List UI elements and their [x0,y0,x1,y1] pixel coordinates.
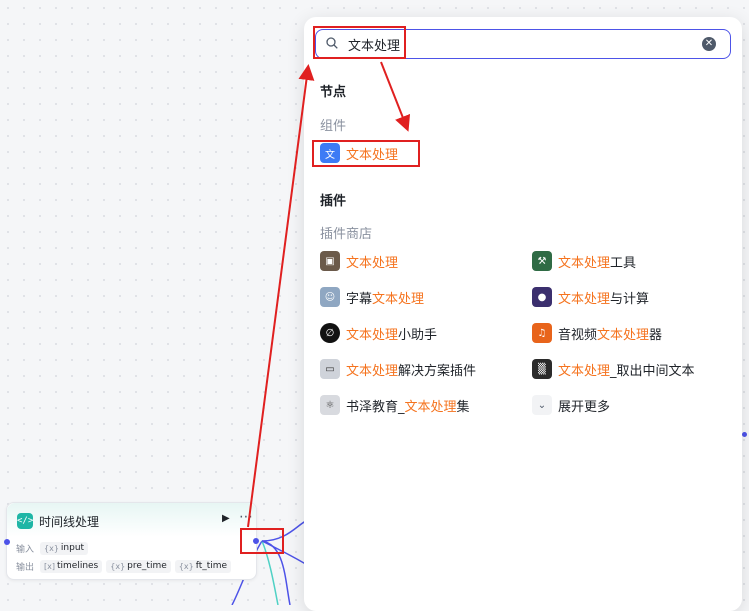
plugin-item[interactable]: ♫ 音视频 文本处理器 [532,322,662,344]
plugin-item[interactable]: ⚛ 书泽教育_ 文本处理集 [320,394,470,416]
input-label: 输入 [16,544,35,555]
edge-port[interactable] [742,432,747,437]
clear-icon[interactable]: ✕ [702,37,716,51]
item-post: 与计算 [610,291,650,307]
item-post: 集 [456,399,470,415]
item-highlight: 文本处理 [558,255,611,271]
node-input-row: 输入 {x} input [16,541,92,555]
atom-icon: ⚛ [320,395,340,415]
node-card-timeline[interactable]: </> 时间线处理 ▶ ⋯ 输入 {x} input 输出 [x] timeli… [6,502,257,580]
item-post: 工具 [610,255,637,271]
item-pre: 音视频 [558,327,598,343]
item-highlight: 文本处理 [597,327,650,343]
monitor-icon: ▭ [320,359,340,379]
expand-more-button[interactable]: ⌄ 展开更多 [532,394,610,416]
item-highlight: 文本处理 [346,363,399,379]
item-highlight: 文本处理 [346,255,399,271]
item-highlight: 文本处理 [372,291,425,307]
play-icon[interactable]: ▶ [222,513,230,524]
item-post: 器 [649,327,663,343]
plugin-item[interactable]: ● 文本处理 与计算 [532,286,649,308]
code-icon: </> [17,513,33,529]
item-pre: 字幕 [346,291,373,307]
input-port[interactable] [4,539,10,545]
avatar-icon: ☺ [320,287,340,307]
output-chip: {x} pre_time [106,559,171,573]
item-post: 小助手 [398,327,438,343]
chip-name: input [60,543,85,553]
output-chip: {x} ft_time [174,559,232,573]
plugin-item[interactable]: ⚒ 文本处理 工具 [532,250,636,272]
annotation-box-port [240,528,284,554]
workflow-canvas[interactable]: </> 时间线处理 ▶ ⋯ 输入 {x} input 输出 [x] timeli… [0,0,749,611]
section-plugins: 插件 [320,194,347,209]
item-highlight: 文本处理 [558,363,611,379]
item-post: 解决方案插件 [398,363,477,379]
plugin-item[interactable]: ▭ 文本处理 解决方案插件 [320,358,476,380]
annotation-box-search [313,26,406,59]
chip-name: pre_time [127,561,167,571]
chip-type: [x] [44,561,55,571]
chip-name: timelines [56,561,99,571]
audio-video-icon: ♫ [532,323,552,343]
annotation-box-component [312,140,420,167]
output-label: 输出 [16,562,35,573]
more-icon[interactable]: ⋯ [239,509,253,525]
planet-icon: ● [532,287,552,307]
empty-set-icon: ∅ [320,323,340,343]
expand-more-label: 展开更多 [558,399,611,415]
node-output-row: 输出 [x] timelines {x} pre_time {x} ft_tim… [16,559,235,573]
item-highlight: 文本处理 [346,327,399,343]
item-pre: 书泽教育_ [346,399,405,415]
item-highlight: 文本处理 [558,291,611,307]
section-nodes: 节点 [320,85,347,100]
chip-type: {x} [110,561,126,571]
photo-icon: ▣ [320,251,340,271]
item-post: _取出中间文本 [610,363,695,379]
input-chip: {x} input [40,541,89,555]
tool-icon: ⚒ [532,251,552,271]
chip-type: {x} [178,561,194,571]
chevron-down-icon: ⌄ [532,395,552,415]
item-highlight: 文本处理 [404,399,457,415]
node-header: </> 时间线处理 ▶ ⋯ [7,503,256,537]
plugin-item[interactable]: ∅ 文本处理 小助手 [320,322,437,344]
section-plugin-store: 插件商店 [320,227,373,242]
add-node-panel: ✕ 节点 组件 文 文本处理 插件 插件商店 ▣ 文本处理 ⚒ 文本处理工具 ☺… [304,17,742,611]
output-chip: [x] timelines [40,559,103,573]
plugin-item[interactable]: ▣ 文本处理 [320,250,398,272]
chip-type: {x} [44,543,59,553]
node-title: 时间线处理 [39,515,100,529]
chip-name: ft_time [195,561,228,571]
plugin-item[interactable]: ▒ 文本处理 _取出中间文本 [532,358,695,380]
section-components: 组件 [320,119,347,134]
plugin-item[interactable]: ☺ 字幕 文本处理 [320,286,424,308]
noise-icon: ▒ [532,359,552,379]
